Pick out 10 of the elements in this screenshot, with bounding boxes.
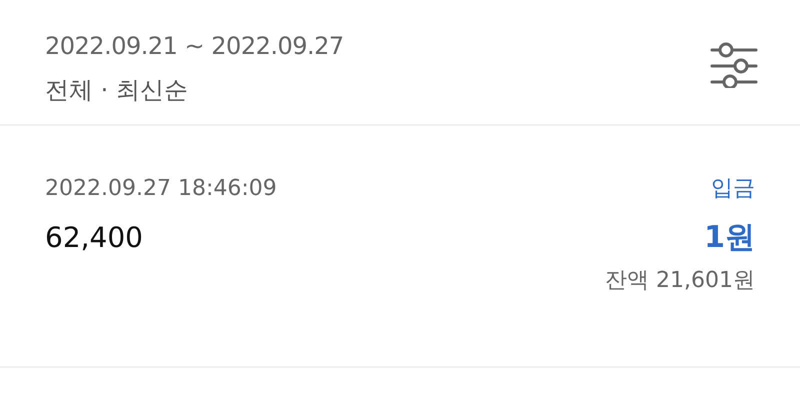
balance-text: 잔액 21,601원 xyxy=(605,267,755,295)
sliders-icon xyxy=(710,40,758,88)
transaction-description: 62,400 xyxy=(45,220,144,256)
transaction-type: 입금 xyxy=(711,175,755,203)
transaction-amount: 1원 xyxy=(704,220,755,256)
transaction-time: 2022.09.27 18:46:09 xyxy=(45,175,277,203)
date-range: 2022.09.21 ~ 2022.09.27 xyxy=(45,31,344,62)
filter-summary: 전체 · 최신순 xyxy=(45,75,189,106)
transaction-row[interactable]: 2022.09.27 18:46:09 62,400 입금 1원 잔액 21,601원 xyxy=(0,126,800,368)
filter-button[interactable] xyxy=(710,40,758,88)
